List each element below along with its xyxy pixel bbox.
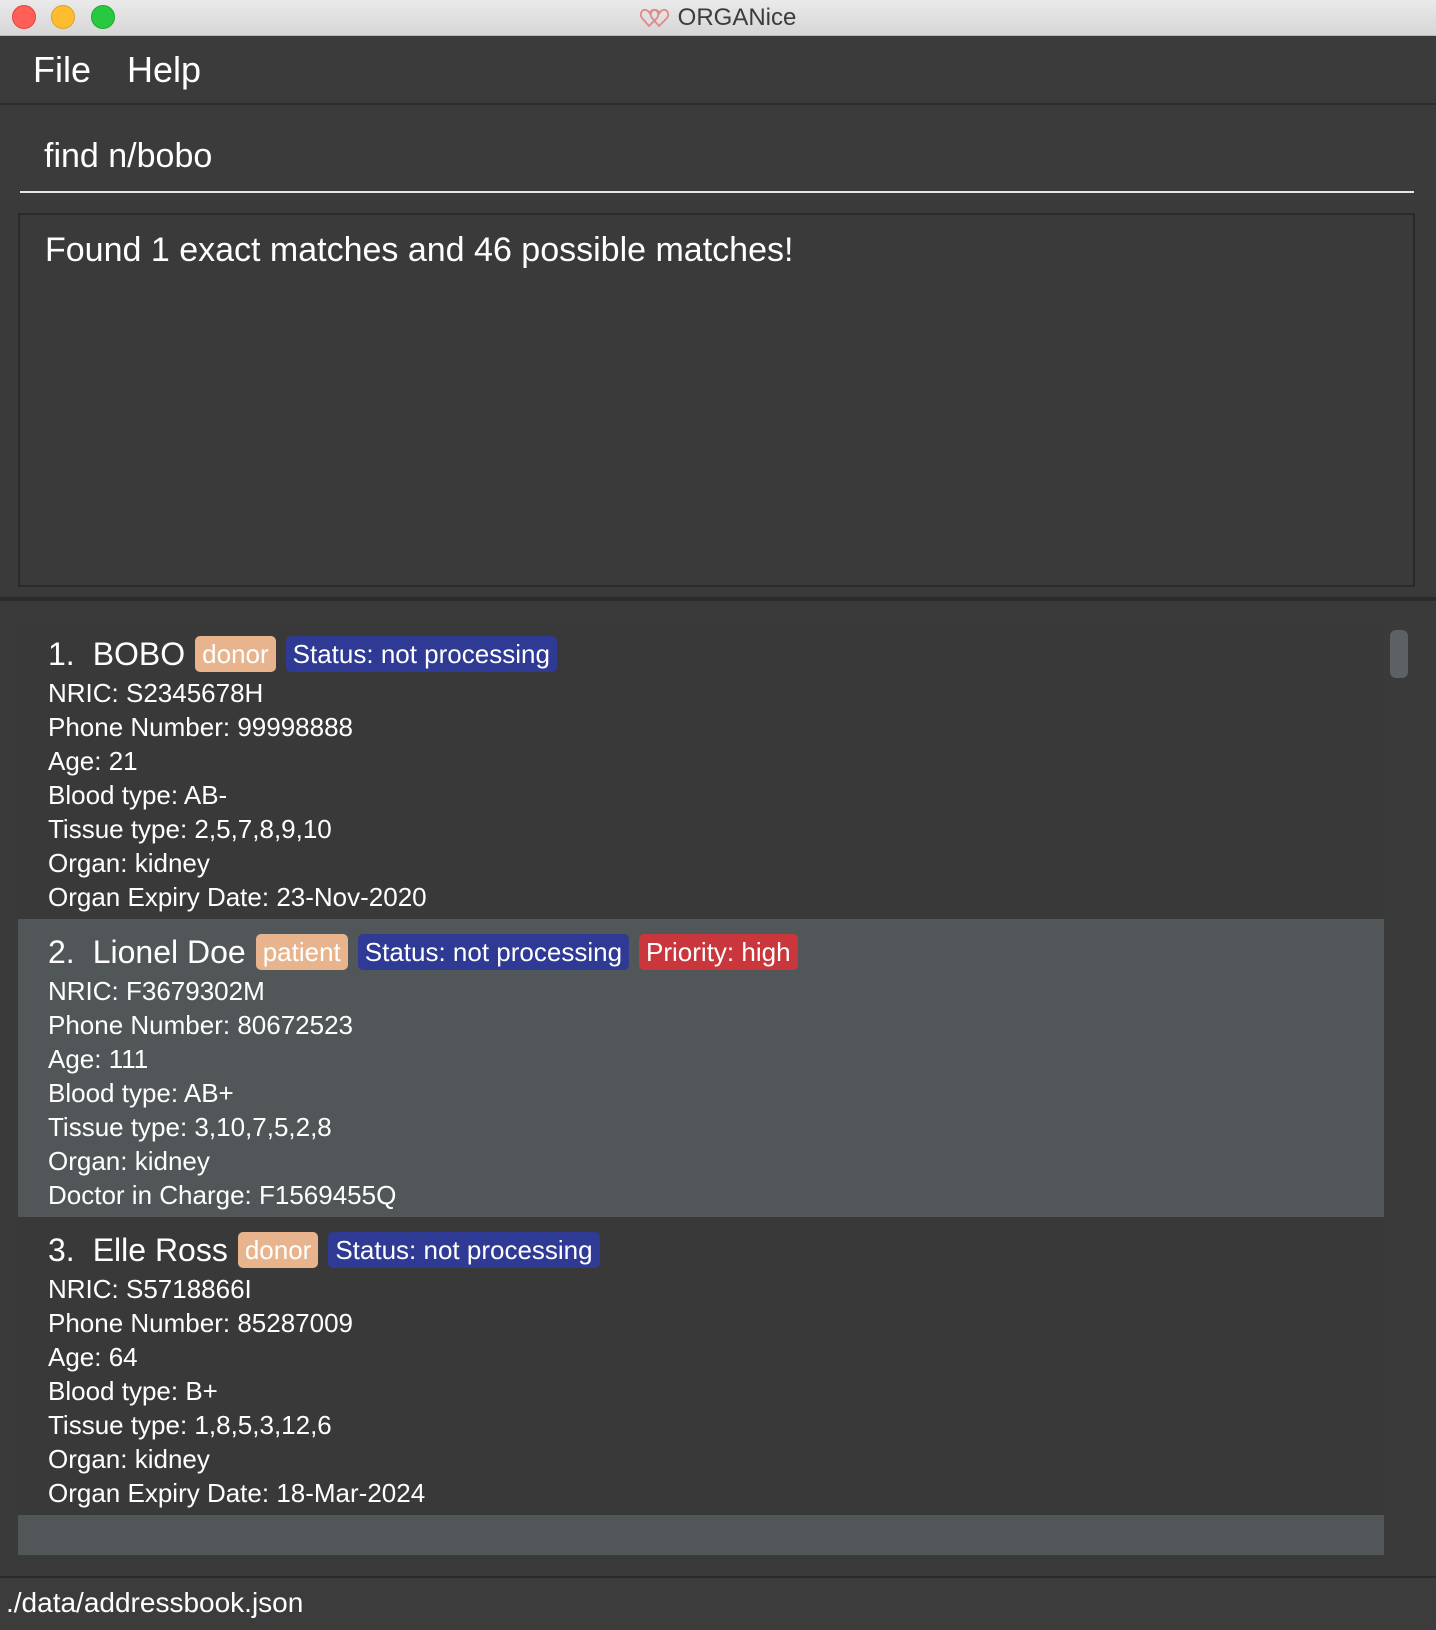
phone-field: Phone Number: 80672523 bbox=[48, 1010, 354, 1040]
menu-help[interactable]: Help bbox=[127, 49, 201, 91]
role-tag: donor bbox=[237, 1232, 319, 1268]
nric-field: NRIC: S5718866I bbox=[48, 1274, 252, 1304]
role-tag: patient bbox=[255, 934, 348, 970]
card-index: 2. bbox=[48, 933, 75, 970]
card-name: BOBO bbox=[92, 635, 186, 672]
priority-tag: Priority: high bbox=[639, 934, 798, 970]
age-field: Age: 111 bbox=[48, 1044, 149, 1074]
card-header: 2. Lionel Doe patient Status: not proces… bbox=[48, 931, 1384, 973]
card-name: Elle Ross bbox=[92, 1231, 228, 1268]
status-tag: Status: not processing bbox=[285, 636, 557, 672]
menu-bar: File Help bbox=[0, 37, 1436, 105]
age-field: Age: 21 bbox=[48, 746, 138, 776]
person-card-partial[interactable] bbox=[18, 1515, 1384, 1555]
status-tag: Status: not processing bbox=[357, 934, 630, 970]
nric-field: NRIC: F3679302M bbox=[48, 976, 265, 1006]
person-list[interactable]: 1. BOBO donor Status: not processing NRI… bbox=[18, 621, 1384, 1556]
phone-field: Phone Number: 85287009 bbox=[48, 1308, 354, 1338]
heart-icon bbox=[639, 8, 669, 28]
command-box-area bbox=[0, 105, 1436, 202]
window-title: ORGANice bbox=[677, 4, 797, 31]
list-scrollbar-track[interactable] bbox=[1384, 621, 1414, 1556]
phone-field: Phone Number: 99998888 bbox=[48, 712, 354, 742]
person-card[interactable]: 3. Elle Ross donor Status: not processin… bbox=[18, 1217, 1384, 1515]
tissue-type-field: Tissue type: 3,10,7,5,2,8 bbox=[48, 1112, 332, 1142]
status-tag: Status: not processing bbox=[328, 1232, 600, 1268]
organ-expiry-field: Organ Expiry Date: 23-Nov-2020 bbox=[48, 882, 427, 912]
organ-field: Organ: kidney bbox=[48, 1146, 210, 1176]
title-bar: ORGANice bbox=[0, 0, 1436, 36]
card-index: 3. bbox=[48, 1231, 75, 1268]
age-field: Age: 64 bbox=[48, 1342, 138, 1372]
organ-expiry-field: Organ Expiry Date: 18-Mar-2024 bbox=[48, 1478, 426, 1508]
blood-type-field: Blood type: AB+ bbox=[48, 1078, 234, 1108]
blood-type-field: Blood type: AB- bbox=[48, 780, 228, 810]
command-input[interactable] bbox=[20, 121, 1414, 193]
panel-divider[interactable] bbox=[0, 597, 1436, 601]
card-header: 1. BOBO donor Status: not processing bbox=[48, 633, 1384, 675]
window-title-group: ORGANice bbox=[0, 0, 1436, 36]
result-display: Found 1 exact matches and 46 possible ma… bbox=[18, 213, 1415, 587]
card-header: 3. Elle Ross donor Status: not processin… bbox=[48, 1229, 1384, 1271]
role-tag: donor bbox=[195, 636, 276, 672]
tissue-type-field: Tissue type: 1,8,5,3,12,6 bbox=[48, 1410, 332, 1440]
person-card[interactable]: 1. BOBO donor Status: not processing NRI… bbox=[18, 621, 1384, 919]
status-bar: ./data/addressbook.json bbox=[0, 1576, 1436, 1630]
result-message: Found 1 exact matches and 46 possible ma… bbox=[45, 231, 794, 269]
nric-field: NRIC: S2345678H bbox=[48, 678, 264, 708]
list-scrollbar-thumb[interactable] bbox=[1390, 630, 1408, 678]
person-card[interactable]: 2. Lionel Doe patient Status: not proces… bbox=[18, 919, 1384, 1217]
card-index: 1. bbox=[48, 635, 75, 672]
organ-field: Organ: kidney bbox=[48, 1444, 210, 1474]
organ-field: Organ: kidney bbox=[48, 848, 210, 878]
blood-type-field: Blood type: B+ bbox=[48, 1376, 218, 1406]
menu-file[interactable]: File bbox=[33, 49, 91, 91]
tissue-type-field: Tissue type: 2,5,7,8,9,10 bbox=[48, 814, 332, 844]
doctor-field: Doctor in Charge: F1569455Q bbox=[48, 1180, 397, 1210]
card-name: Lionel Doe bbox=[92, 933, 246, 970]
save-location-path: ./data/addressbook.json bbox=[6, 1587, 304, 1618]
